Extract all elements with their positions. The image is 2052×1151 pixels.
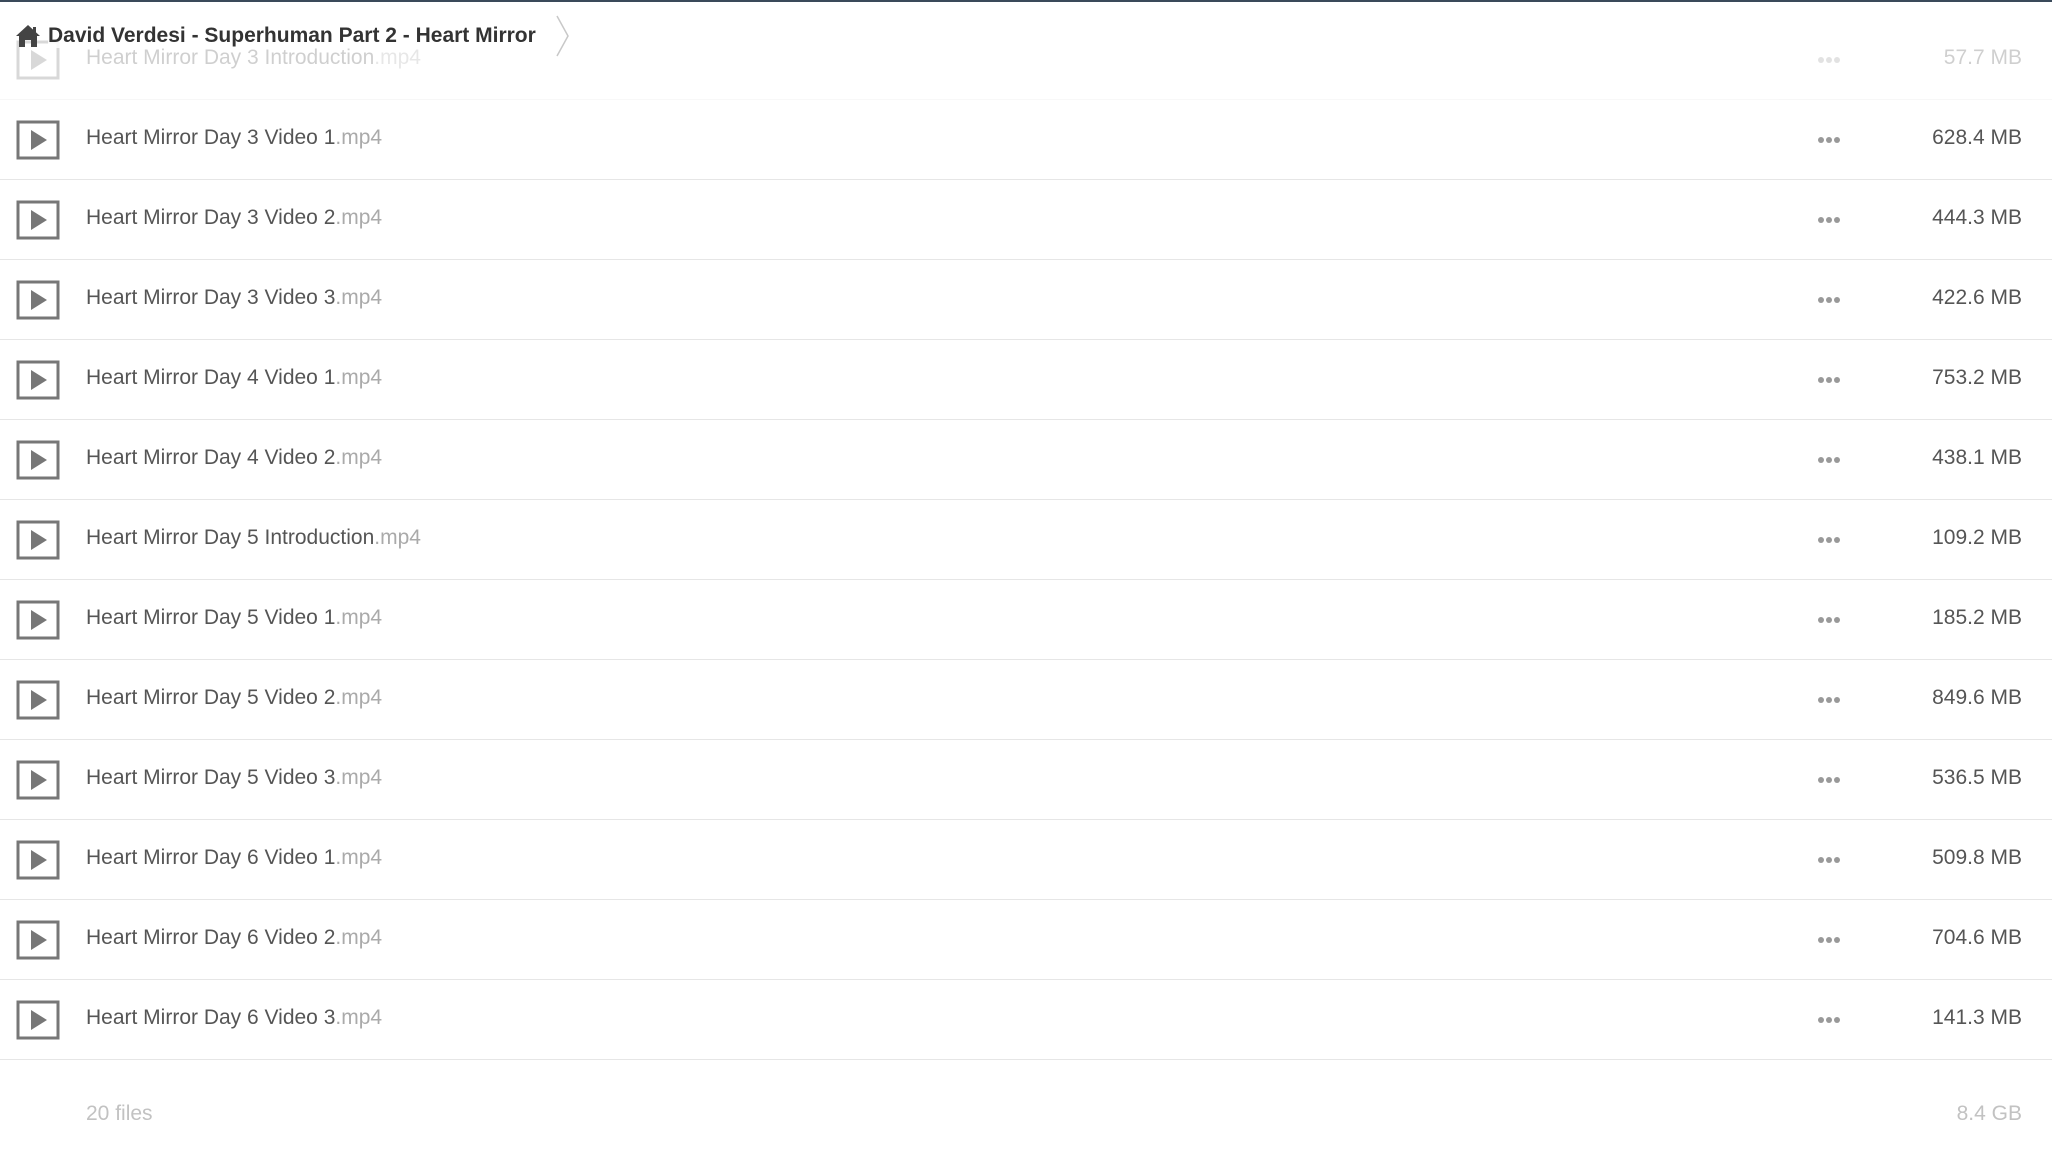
file-name[interactable]: Heart Mirror Day 5 Video 2.mp4 [86, 686, 382, 710]
more-options-icon[interactable] [1815, 127, 1843, 153]
file-name[interactable]: Heart Mirror Day 6 Video 3.mp4 [86, 1006, 382, 1030]
file-extension: .mp4 [335, 766, 383, 789]
file-extension: .mp4 [335, 286, 383, 309]
play-video-icon [16, 360, 60, 400]
file-size: 444.3 MB [1932, 206, 2022, 229]
more-options-icon[interactable] [1815, 1007, 1843, 1033]
file-extension: .mp4 [335, 366, 383, 389]
more-options-icon[interactable] [1815, 367, 1843, 393]
play-video-icon [16, 200, 60, 240]
file-row[interactable]: Heart Mirror Day 3 Video 2.mp4 444.3 MB [0, 180, 2052, 260]
file-base-name: Heart Mirror Day 6 Video 3 [86, 1006, 336, 1029]
file-base-name: Heart Mirror Day 4 Video 2 [86, 446, 336, 469]
file-size: 185.2 MB [1932, 606, 2022, 629]
file-name[interactable]: Heart Mirror Day 5 Introduction.mp4 [86, 526, 421, 550]
file-size: 509.8 MB [1932, 846, 2022, 869]
file-extension: .mp4 [335, 846, 383, 869]
file-row[interactable]: Heart Mirror Day 5 Introduction.mp4 109.2… [0, 500, 2052, 580]
file-name[interactable]: Heart Mirror Day 3 Video 2.mp4 [86, 206, 382, 230]
more-options-icon[interactable] [1815, 607, 1843, 633]
more-options-icon[interactable] [1815, 767, 1843, 793]
play-video-icon [16, 1000, 60, 1040]
file-base-name: Heart Mirror Day 3 Video 1 [86, 126, 336, 149]
breadcrumb: David Verdesi - Superhuman Part 2 - Hear… [0, 2, 572, 70]
file-base-name: Heart Mirror Day 3 Video 3 [86, 286, 336, 309]
file-size: 536.5 MB [1932, 766, 2022, 789]
file-row[interactable]: Heart Mirror Day 6 Video 1.mp4 509.8 MB [0, 820, 2052, 900]
file-name[interactable]: Heart Mirror Day 5 Video 1.mp4 [86, 606, 382, 630]
file-row[interactable]: Heart Mirror Day 4 Video 1.mp4 753.2 MB [0, 340, 2052, 420]
file-size: 849.6 MB [1932, 686, 2022, 709]
file-size: 628.4 MB [1932, 126, 2022, 149]
file-base-name: Heart Mirror Day 4 Video 1 [86, 366, 336, 389]
file-size: 141.3 MB [1932, 1006, 2022, 1029]
file-extension: .mp4 [335, 126, 383, 149]
file-row[interactable]: Heart Mirror Day 5 Video 1.mp4 185.2 MB [0, 580, 2052, 660]
file-name[interactable]: Heart Mirror Day 5 Video 3.mp4 [86, 766, 382, 790]
file-base-name: Heart Mirror Day 6 Video 2 [86, 926, 336, 949]
file-extension: .mp4 [335, 606, 383, 629]
file-name[interactable]: Heart Mirror Day 6 Video 2.mp4 [86, 926, 382, 950]
play-video-icon [16, 760, 60, 800]
more-options-icon[interactable] [1815, 47, 1843, 73]
more-options-icon[interactable] [1815, 687, 1843, 713]
total-size: 8.4 GB [1956, 1102, 2022, 1125]
more-options-icon[interactable] [1815, 287, 1843, 313]
file-size: 753.2 MB [1932, 366, 2022, 389]
file-base-name: Heart Mirror Day 3 Video 2 [86, 206, 336, 229]
play-video-icon [16, 920, 60, 960]
file-row[interactable]: Heart Mirror Day 6 Video 2.mp4 704.6 MB [0, 900, 2052, 980]
file-extension: .mp4 [374, 526, 421, 549]
file-row[interactable]: Heart Mirror Day 3 Video 1.mp4 628.4 MB [0, 100, 2052, 180]
more-options-icon[interactable] [1815, 527, 1843, 553]
play-video-icon [16, 520, 60, 560]
file-base-name: Heart Mirror Day 5 Video 1 [86, 606, 336, 629]
play-video-icon [16, 120, 60, 160]
file-browser-page: David Verdesi - Superhuman Part 2 - Hear… [0, 0, 2052, 1151]
more-options-icon[interactable] [1815, 447, 1843, 473]
file-extension: .mp4 [335, 446, 383, 469]
file-extension: .mp4 [335, 206, 383, 229]
file-row[interactable]: Heart Mirror Day 6 Video 3.mp4 141.3 MB [0, 980, 2052, 1060]
breadcrumb-folder-label[interactable]: David Verdesi - Superhuman Part 2 - Hear… [48, 24, 536, 48]
file-name[interactable]: Heart Mirror Day 3 Video 3.mp4 [86, 286, 382, 310]
chevron-right-icon [556, 15, 569, 57]
play-video-icon [16, 440, 60, 480]
file-size: 109.2 MB [1932, 526, 2022, 549]
file-list-footer: 20 files 8.4 GB [0, 1096, 2052, 1136]
file-name[interactable]: Heart Mirror Day 6 Video 1.mp4 [86, 846, 382, 870]
file-size: 57.7 MB [1943, 46, 2022, 69]
play-video-icon [16, 600, 60, 640]
file-row[interactable]: Heart Mirror Day 3 Video 3.mp4 422.6 MB [0, 260, 2052, 340]
file-base-name: Heart Mirror Day 5 Video 3 [86, 766, 336, 789]
more-options-icon[interactable] [1815, 207, 1843, 233]
file-name[interactable]: Heart Mirror Day 4 Video 2.mp4 [86, 446, 382, 470]
file-size: 422.6 MB [1932, 286, 2022, 309]
file-name[interactable]: Heart Mirror Day 3 Video 1.mp4 [86, 126, 382, 150]
file-name[interactable]: Heart Mirror Day 4 Video 1.mp4 [86, 366, 382, 390]
file-row[interactable]: Heart Mirror Day 5 Video 3.mp4 536.5 MB [0, 740, 2052, 820]
file-base-name: Heart Mirror Day 6 Video 1 [86, 846, 336, 869]
file-size: 704.6 MB [1932, 926, 2022, 949]
play-video-icon [16, 840, 60, 880]
more-options-icon[interactable] [1815, 927, 1843, 953]
file-extension: .mp4 [335, 1006, 383, 1029]
play-video-icon [16, 680, 60, 720]
play-video-icon [16, 280, 60, 320]
file-count: 20 files [86, 1102, 153, 1125]
file-list: Heart Mirror Day 3 Introduction.mp4 57.7 … [0, 20, 2052, 1060]
more-options-icon[interactable] [1815, 847, 1843, 873]
home-icon[interactable] [14, 23, 42, 49]
file-row[interactable]: Heart Mirror Day 4 Video 2.mp4 438.1 MB [0, 420, 2052, 500]
file-row[interactable]: Heart Mirror Day 5 Video 2.mp4 849.6 MB [0, 660, 2052, 740]
file-base-name: Heart Mirror Day 5 Video 2 [86, 686, 336, 709]
file-extension: .mp4 [335, 926, 383, 949]
file-base-name: Heart Mirror Day 5 Introduction [86, 526, 375, 549]
file-extension: .mp4 [335, 686, 383, 709]
file-size: 438.1 MB [1932, 446, 2022, 469]
